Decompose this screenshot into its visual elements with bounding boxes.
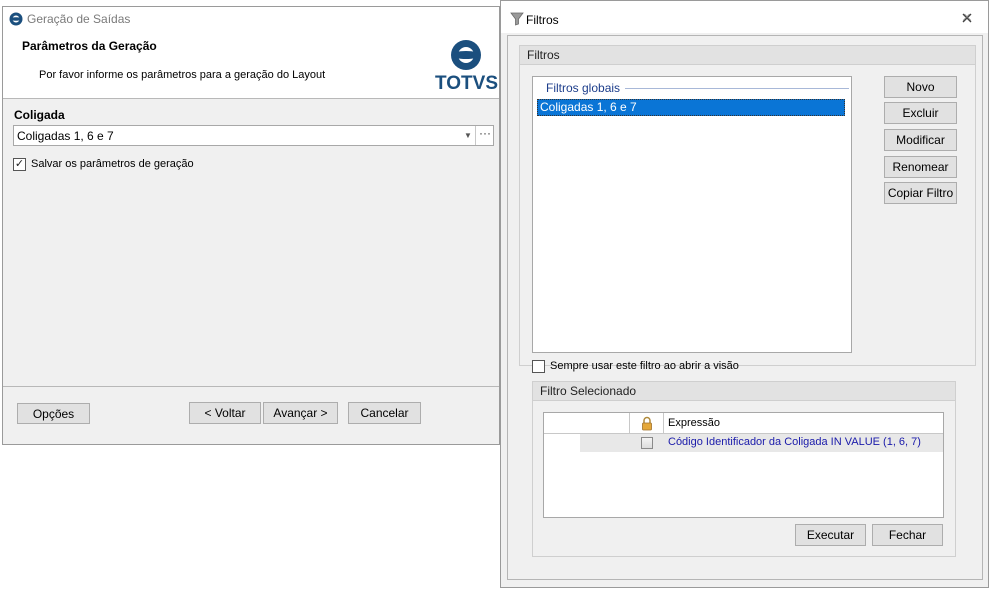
header-subtitle: Por favor informe os parâmetros para a g… <box>39 69 326 81</box>
filters-group-title: Filtros <box>527 48 560 62</box>
modify-button[interactable]: Modificar <box>884 129 957 151</box>
always-use-label: Sempre usar este filtro ao abrir a visão <box>550 360 739 372</box>
wizard-window: Geração de Saídas Parâmetros da Geração … <box>2 6 500 445</box>
selected-filter-header: Filtro Selecionado <box>533 382 955 401</box>
lock-checkbox[interactable] <box>641 437 653 449</box>
dropdown-arrow-icon[interactable]: ▼ <box>461 126 475 145</box>
list-header: Filtros globais <box>546 81 621 95</box>
cancel-button[interactable]: Cancelar <box>348 402 421 424</box>
funnel-icon <box>510 12 524 26</box>
list-header-line <box>625 88 849 89</box>
new-button[interactable]: Novo <box>884 76 957 98</box>
filters-titlebar: Filtros <box>501 1 988 33</box>
filters-title: Filtros <box>526 13 559 27</box>
grid-header-expression: Expressão <box>664 413 943 434</box>
wizard-titlebar: Geração de Saídas <box>3 7 499 31</box>
expression-column-label: Expressão <box>668 417 720 429</box>
logo-text: TOTVS <box>435 73 498 94</box>
rename-button[interactable]: Renomear <box>884 156 957 178</box>
totvs-logo-icon <box>451 40 481 70</box>
header-title: Parâmetros da Geração <box>22 39 157 53</box>
close-icon[interactable] <box>961 12 973 24</box>
coligada-label: Coligada <box>14 108 65 122</box>
lock-icon <box>642 416 652 431</box>
wizard-title: Geração de Saídas <box>27 12 131 26</box>
filters-group: Filtros Filtros globais Coligadas 1, 6 e… <box>519 45 976 366</box>
selected-filter-group: Filtro Selecionado Expressão Código Iden… <box>532 381 956 557</box>
expression-grid[interactable]: Expressão Código Identificador da Coliga… <box>543 412 944 518</box>
totvs-logo: TOTVS <box>435 37 498 95</box>
selected-filter-title: Filtro Selecionado <box>540 384 637 398</box>
grid-header-blank <box>544 413 630 434</box>
close-button[interactable]: Fechar <box>872 524 943 546</box>
execute-button[interactable]: Executar <box>795 524 866 546</box>
table-row[interactable]: Código Identificador da Coligada IN VALU… <box>580 434 943 452</box>
footer-separator <box>3 386 499 387</box>
filters-listbox[interactable]: Filtros globais Coligadas 1, 6 e 7 <box>532 76 852 353</box>
options-button[interactable]: Opções <box>17 403 90 424</box>
filters-outer-frame: Filtros Filtros globais Coligadas 1, 6 e… <box>507 35 983 580</box>
ellipsis-button[interactable]: ··· <box>475 126 494 145</box>
list-item-selected[interactable]: Coligadas 1, 6 e 7 <box>537 99 845 116</box>
grid-header-lock <box>630 413 664 434</box>
coligada-combobox[interactable]: Coligadas 1, 6 e 7 ▼ ··· <box>13 125 494 146</box>
wizard-header: Parâmetros da Geração Por favor informe … <box>3 31 499 99</box>
next-button[interactable]: Avançar > <box>263 402 338 424</box>
app-icon <box>9 12 23 26</box>
always-use-checkbox[interactable] <box>532 360 545 373</box>
back-button[interactable]: < Voltar <box>189 402 261 424</box>
filters-window: Filtros Filtros Filtros globais Coligada… <box>500 0 989 588</box>
save-params-checkbox[interactable]: ✓ <box>13 158 26 171</box>
save-params-label: Salvar os parâmetros de geração <box>31 158 194 170</box>
coligada-value: Coligadas 1, 6 e 7 <box>17 129 114 143</box>
delete-button[interactable]: Excluir <box>884 102 957 124</box>
copy-filter-button[interactable]: Copiar Filtro <box>884 182 957 204</box>
expression-cell: Código Identificador da Coligada IN VALU… <box>668 436 921 448</box>
filters-group-header: Filtros <box>520 46 975 65</box>
